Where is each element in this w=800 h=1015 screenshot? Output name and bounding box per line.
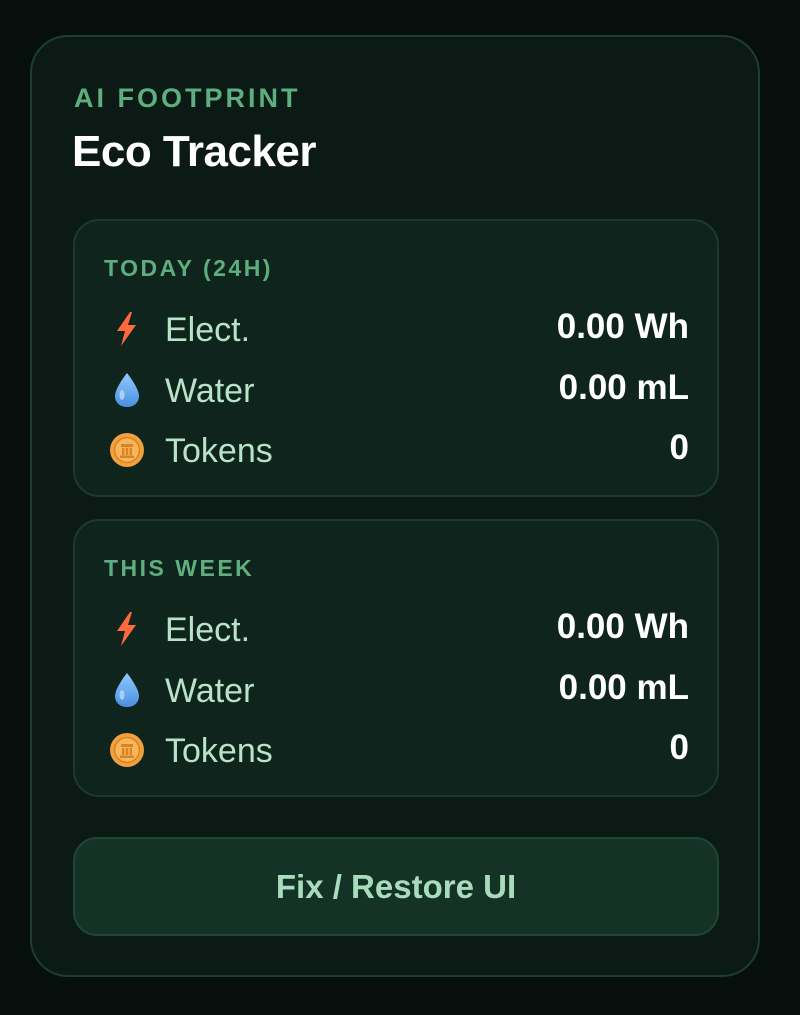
- water-value: 0.00 mL: [558, 668, 689, 707]
- tokens-value: 0: [669, 428, 689, 467]
- tokens-value: 0: [669, 728, 689, 767]
- water-value: 0.00 mL: [558, 368, 689, 407]
- electricity-value: 0.00 Wh: [556, 307, 689, 346]
- week-water-row: Water 0.00 mL: [75, 664, 717, 714]
- coin-icon: [109, 731, 145, 769]
- week-electricity-row: Elect. 0.00 Wh: [75, 603, 717, 653]
- week-tokens-row: Tokens 0: [75, 724, 717, 774]
- panel-eyebrow: AI FOOTPRINT: [74, 83, 301, 113]
- week-card-label: THIS WEEK: [104, 555, 255, 581]
- week-card: THIS WEEK Elect. 0.00 Wh Water 0.00 mL T…: [73, 519, 719, 797]
- today-card: TODAY (24H) Elect. 0.00 Wh Water 0.00 mL…: [73, 219, 719, 497]
- coin-icon: [109, 431, 145, 469]
- droplet-icon: [109, 671, 145, 709]
- lightning-icon: [109, 610, 145, 648]
- lightning-icon: [109, 310, 145, 348]
- electricity-value: 0.00 Wh: [556, 607, 689, 646]
- fix-restore-ui-button[interactable]: Fix / Restore UI: [73, 837, 719, 936]
- tokens-label: Tokens: [165, 732, 273, 770]
- panel-title: Eco Tracker: [72, 127, 317, 176]
- eco-tracker-panel: AI FOOTPRINT Eco Tracker TODAY (24H) Ele…: [30, 35, 760, 977]
- today-water-row: Water 0.00 mL: [75, 364, 717, 414]
- electricity-label: Elect.: [165, 311, 251, 349]
- water-label: Water: [165, 372, 255, 410]
- water-label: Water: [165, 672, 255, 710]
- today-tokens-row: Tokens 0: [75, 424, 717, 474]
- tokens-label: Tokens: [165, 432, 273, 470]
- today-electricity-row: Elect. 0.00 Wh: [75, 303, 717, 353]
- droplet-icon: [109, 371, 145, 409]
- today-card-label: TODAY (24H): [104, 255, 273, 281]
- electricity-label: Elect.: [165, 611, 251, 649]
